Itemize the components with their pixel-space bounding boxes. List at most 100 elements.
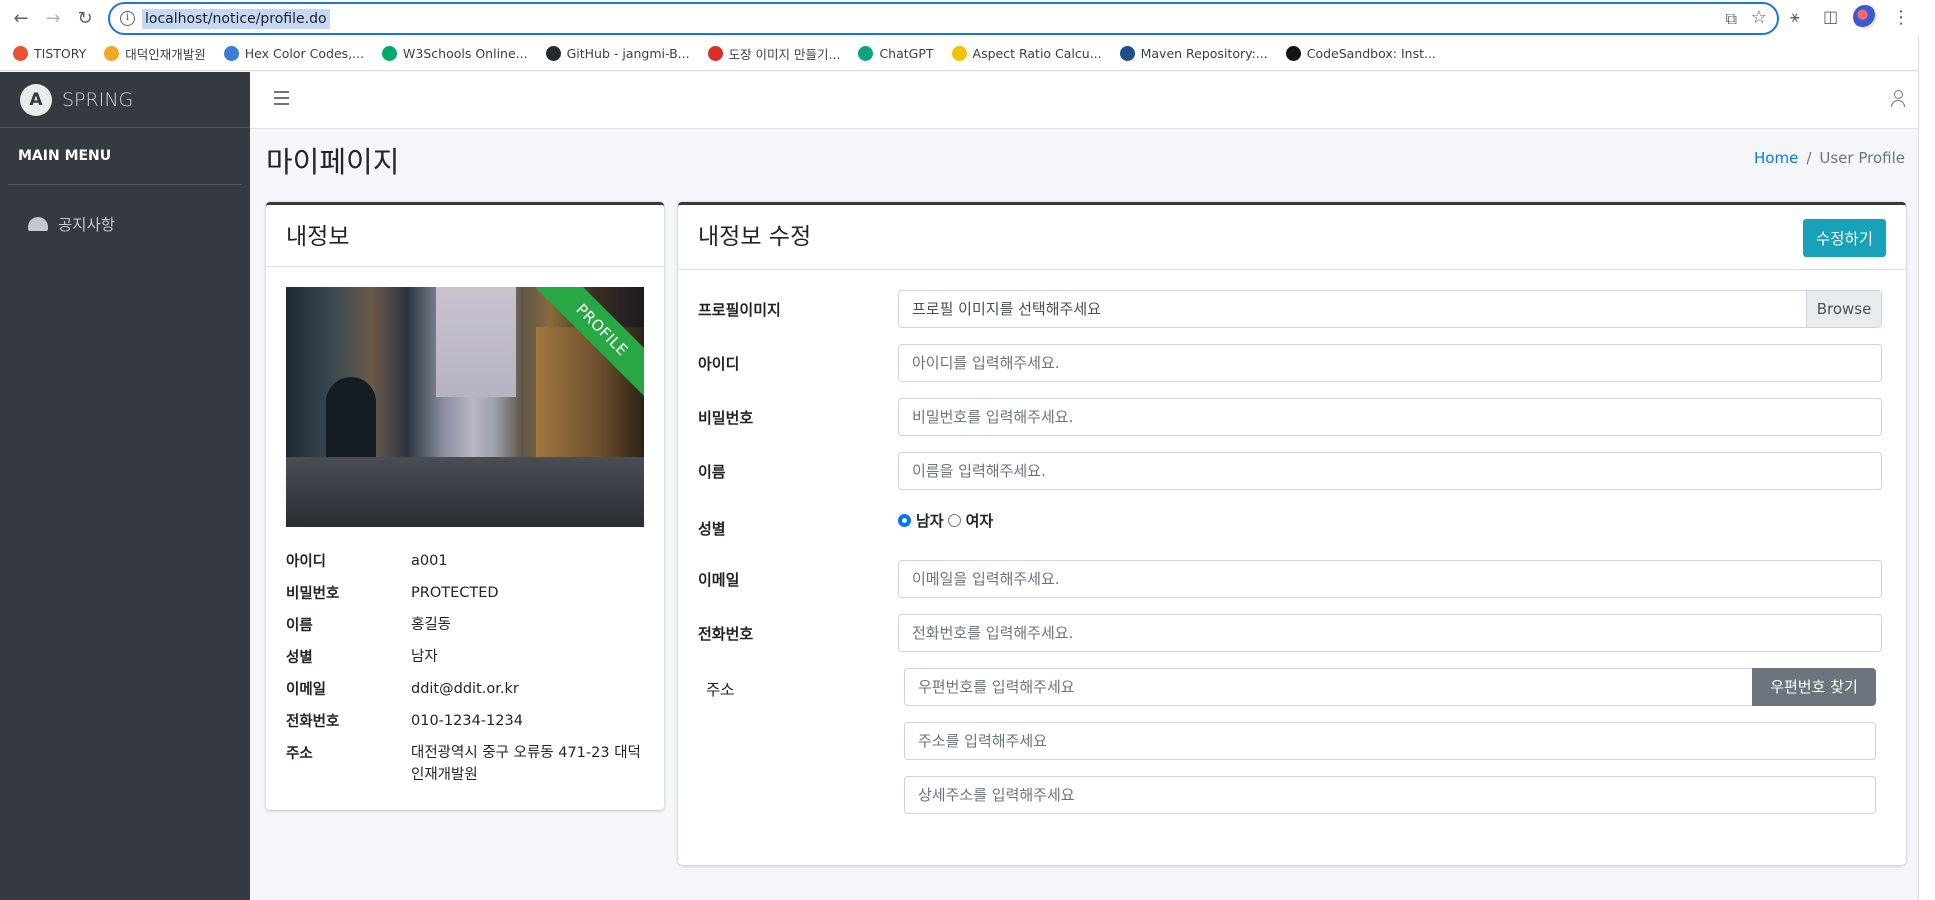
sidebar-item-label: 공지사항: [58, 216, 116, 234]
bookmark-item[interactable]: ChatGPT: [858, 45, 934, 61]
bookmark-item[interactable]: CodeSandbox: Inst...: [1285, 45, 1436, 61]
breadcrumb: Home / User Profile: [1754, 149, 1905, 167]
bookmark-item[interactable]: 도장 이미지 만들기...: [707, 44, 841, 63]
profile-info-value: PROTECTED: [411, 585, 499, 601]
profile-info-row: 주소 대전광역시 중구 오류동 471-23 대덕인재개발원: [286, 742, 646, 786]
edit-profile-card: 내정보 수정 수정하기 프로필이미지 프로필 이미지를 선택해주세요 Brows…: [678, 202, 1906, 865]
profile-image-file-input[interactable]: 프로필 이미지를 선택해주세요 Browse: [898, 290, 1882, 328]
side-panel-icon[interactable]: ◫: [1823, 7, 1838, 26]
email-label: 이메일: [698, 571, 740, 589]
sidebar-item-notice[interactable]: 공지사항: [8, 205, 242, 243]
profile-info-label: 이름: [286, 618, 313, 634]
bookmark-label: CodeSandbox: Inst...: [1306, 45, 1436, 61]
bookmark-label: Hex Color Codes,...: [244, 45, 365, 61]
gender-female-label[interactable]: 여자: [966, 510, 994, 531]
github-icon: [545, 45, 561, 61]
browser-toolbar: ← → ↻ i localhost/notice/profile.do ⧉ ☆ …: [0, 0, 1935, 36]
more-menu-icon[interactable]: ⋮: [1892, 7, 1910, 28]
profile-info-row: 전화번호 010-1234-1234: [286, 710, 646, 742]
window-edge-strip: [1918, 36, 1935, 900]
form-row-address: 주소 우편번호를 입력해주세요 우편번호 찾기 주소를 입력해주세요 상세주소를…: [678, 668, 1906, 818]
hamburger-menu-icon[interactable]: [274, 91, 289, 105]
zipcode-input[interactable]: 우편번호를 입력해주세요: [904, 668, 1756, 706]
bookmark-label: TISTORY: [34, 45, 87, 61]
bookmark-item[interactable]: Maven Repository:...: [1119, 45, 1268, 61]
share-icon[interactable]: ⧉: [1726, 9, 1737, 29]
top-navbar: [250, 72, 1918, 129]
email-input[interactable]: 이메일을 입력해주세요.: [898, 560, 1882, 598]
name-label: 이름: [698, 463, 726, 481]
user-icon[interactable]: [1891, 90, 1905, 108]
sidebar: A SPRING MAIN MENU 공지사항: [0, 72, 250, 900]
sidebar-section-header: MAIN MENU: [8, 128, 242, 185]
profile-info-label: 비밀번호: [286, 586, 340, 602]
password-label: 비밀번호: [698, 409, 754, 427]
id-input[interactable]: 아이디를 입력해주세요.: [898, 344, 1882, 382]
profile-info-row: 이메일 ddit@ddit.or.kr: [286, 678, 646, 710]
hex-color-icon: [223, 45, 239, 61]
browse-button[interactable]: Browse: [1806, 291, 1881, 327]
bookmark-label: Aspect Ratio Calcu...: [972, 45, 1102, 61]
bookmark-label: GitHub - jangmi-B...: [566, 45, 690, 61]
profile-info-value: 대전광역시 중구 오류동 471-23 대덕인재개발원: [411, 745, 641, 783]
codesandbox-icon: [1285, 45, 1301, 61]
profile-card-title: 내정보: [266, 205, 664, 267]
profile-info-list: 아이디 a001 비밀번호 PROTECTED 이름 홍길동 성별 남자 이메일 ddit@ddi…: [286, 550, 646, 786]
bookmark-label: Maven Repository:...: [1140, 45, 1268, 61]
id-label: 아이디: [698, 355, 740, 373]
edit-card-title: 내정보 수정: [698, 224, 812, 250]
phone-input[interactable]: 전화번호를 입력해주세요.: [898, 614, 1882, 652]
bookmark-item[interactable]: TISTORY: [13, 45, 87, 61]
bookmark-label: 도장 이미지 만들기...: [728, 46, 841, 62]
chatgpt-icon: [858, 45, 874, 61]
bookmark-label: 대덕인재개발원: [125, 46, 206, 62]
address-url[interactable]: localhost/notice/profile.do: [142, 9, 330, 29]
extensions-puzzle-icon[interactable]: ⚹: [1790, 7, 1800, 27]
form-row-password: 비밀번호 비밀번호를 입력해주세요.: [698, 398, 1886, 436]
page-title: 마이페이지: [266, 145, 400, 179]
bookmark-star-icon[interactable]: ☆: [1751, 7, 1767, 28]
address-detail-input[interactable]: 상세주소를 입력해주세요: [904, 776, 1876, 814]
ddit-icon: [104, 45, 120, 61]
find-zipcode-button[interactable]: 우편번호 찾기: [1752, 668, 1876, 706]
site-info-icon[interactable]: i: [120, 11, 135, 26]
bookmark-item[interactable]: W3Schools Online...: [382, 45, 528, 61]
edit-card-header: 내정보 수정 수정하기: [678, 205, 1906, 270]
reload-icon[interactable]: ↻: [73, 6, 97, 30]
profile-card: 내정보 PROFILE 아이디 a001 비밀번호 PROTECTED 이름 홍길동 성별 남…: [266, 202, 664, 810]
back-arrow-icon[interactable]: ←: [9, 6, 33, 30]
bookmark-item[interactable]: Hex Color Codes,...: [223, 45, 365, 61]
stamp-icon: [707, 45, 723, 61]
profile-info-label: 아이디: [286, 554, 327, 570]
address-bar[interactable]: i localhost/notice/profile.do ⧉ ☆: [108, 2, 1779, 35]
form-row-email: 이메일 이메일을 입력해주세요.: [698, 560, 1886, 598]
breadcrumb-home-link[interactable]: Home: [1754, 149, 1798, 167]
profile-photo: PROFILE: [286, 287, 644, 527]
gender-female-radio[interactable]: [947, 514, 961, 527]
form-row-name: 이름 이름을 입력해주세요.: [698, 452, 1886, 490]
profile-info-label: 이메일: [286, 682, 327, 698]
profile-info-value: a001: [411, 553, 448, 569]
profile-image-file-text: 프로필 이미지를 선택해주세요: [912, 300, 1101, 318]
name-input[interactable]: 이름을 입력해주세요.: [898, 452, 1882, 490]
breadcrumb-current: User Profile: [1819, 149, 1905, 167]
profile-info-value: ddit@ddit.or.kr: [411, 681, 519, 697]
gender-male-radio[interactable]: [898, 514, 911, 527]
form-row-profile-image: 프로필이미지 프로필 이미지를 선택해주세요 Browse: [698, 290, 1886, 328]
brand-link[interactable]: A SPRING: [0, 72, 250, 128]
bookmark-item[interactable]: Aspect Ratio Calcu...: [951, 45, 1102, 61]
address-input[interactable]: 주소를 입력해주세요: [904, 722, 1876, 760]
bookmark-item[interactable]: GitHub - jangmi-B...: [545, 45, 690, 61]
submit-edit-button[interactable]: 수정하기: [1802, 219, 1886, 257]
browser-profile-avatar[interactable]: [1853, 5, 1877, 29]
brand-text: SPRING: [62, 88, 134, 111]
gender-male-label[interactable]: 남자: [916, 510, 944, 531]
maven-icon: [1119, 45, 1135, 61]
w3schools-icon: [382, 45, 398, 61]
gender-radio-group: 남자 여자: [898, 510, 993, 531]
password-input[interactable]: 비밀번호를 입력해주세요.: [898, 398, 1882, 436]
profile-info-label: 주소: [286, 746, 313, 762]
profile-info-label: 전화번호: [286, 714, 340, 730]
forward-arrow-icon[interactable]: →: [41, 6, 65, 30]
bookmark-item[interactable]: 대덕인재개발원: [104, 44, 206, 63]
